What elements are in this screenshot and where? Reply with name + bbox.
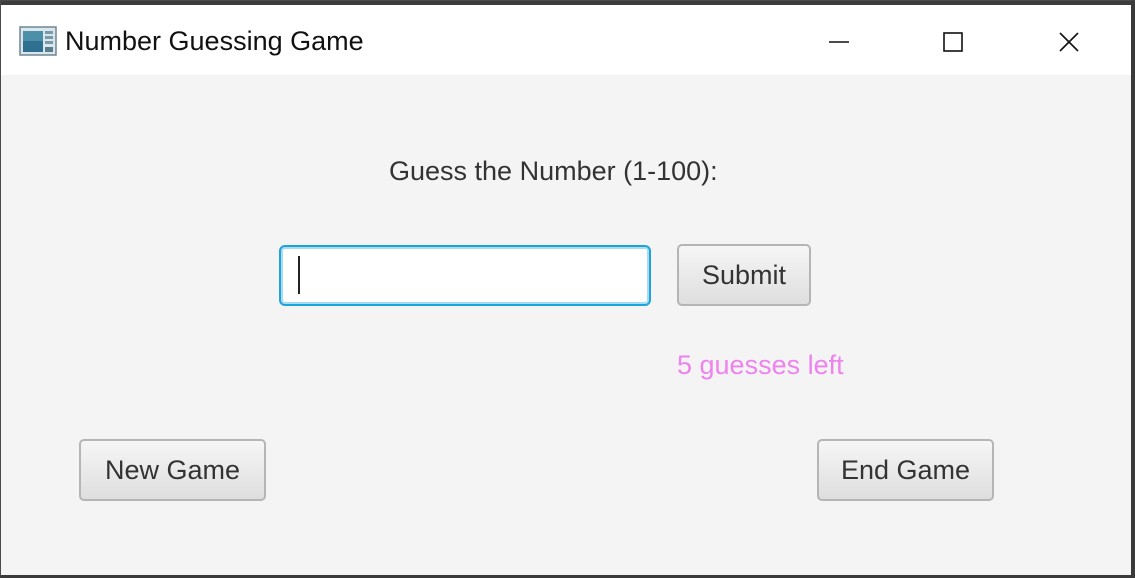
minimize-button[interactable] — [781, 9, 897, 75]
new-game-button[interactable]: New Game — [79, 439, 266, 501]
close-button[interactable] — [1011, 9, 1127, 75]
game-panel: Guess the Number (1-100): Submit 5 guess… — [1, 75, 1131, 575]
prompt-label: Guess the Number (1-100): — [389, 156, 718, 186]
end-game-button[interactable]: End Game — [817, 439, 994, 501]
maximize-icon — [943, 32, 963, 52]
window-title: Number Guessing Game — [65, 26, 364, 56]
minimize-icon — [829, 41, 849, 43]
guess-input[interactable] — [279, 245, 651, 306]
title-bar[interactable]: Number Guessing Game — [1, 1, 1131, 75]
submit-button[interactable]: Submit — [677, 244, 811, 306]
guesses-left-status: 5 guesses left — [677, 350, 844, 380]
maximize-button[interactable] — [895, 9, 1011, 75]
text-caret — [298, 256, 300, 294]
app-window: Number Guessing Game Guess the Number (1… — [0, 0, 1135, 578]
close-icon — [1059, 32, 1079, 52]
app-icon — [19, 26, 57, 56]
